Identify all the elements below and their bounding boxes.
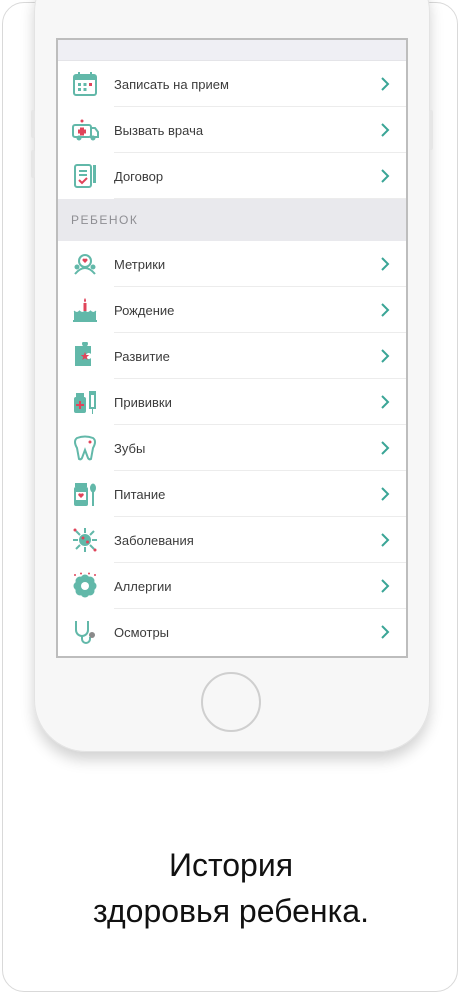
birthday-cake-icon xyxy=(71,296,99,324)
stethoscope-icon xyxy=(71,618,99,646)
virus-icon xyxy=(71,526,99,554)
menu-item-call-doctor[interactable]: Вызвать врача xyxy=(58,107,406,153)
chevron-right-icon xyxy=(376,441,394,455)
menu-item-nutrition[interactable]: Питание xyxy=(58,471,406,517)
menu-item-label: Осмотры xyxy=(114,624,170,640)
puzzle-icon xyxy=(71,342,99,370)
menu-item-vaccinations[interactable]: Прививки xyxy=(58,379,406,425)
chevron-right-icon xyxy=(376,303,394,317)
section-header-child: РЕБЕНОК xyxy=(58,199,406,241)
allergy-flower-icon xyxy=(71,572,99,600)
chevron-right-icon xyxy=(376,257,394,271)
menu-item-diseases[interactable]: Заболевания xyxy=(58,517,406,563)
menu-item-allergies[interactable]: Аллергии xyxy=(58,563,406,609)
menu-item-metrics[interactable]: Метрики xyxy=(58,241,406,287)
contract-icon xyxy=(71,162,99,190)
menu-item-label: Прививки xyxy=(114,394,172,410)
menu-item-birth[interactable]: Рождение xyxy=(58,287,406,333)
metrics-icon xyxy=(71,250,99,278)
vaccine-icon xyxy=(71,388,99,416)
menu-item-teeth[interactable]: Зубы xyxy=(58,425,406,471)
chevron-right-icon xyxy=(376,625,394,639)
menu-item-development[interactable]: Развитие xyxy=(58,333,406,379)
power-button xyxy=(429,110,433,150)
chevron-right-icon xyxy=(376,169,394,183)
menu-item-label: Заболевания xyxy=(114,532,194,548)
caption-line-1: История xyxy=(168,847,294,883)
tooth-icon xyxy=(71,434,99,462)
chevron-right-icon xyxy=(376,487,394,501)
menu-item-label: Договор xyxy=(114,168,164,184)
menu-item-appointment[interactable]: Записать на прием xyxy=(58,61,406,107)
volume-up-button xyxy=(31,110,35,138)
home-button[interactable] xyxy=(201,672,261,732)
volume-down-button xyxy=(31,150,35,178)
menu-item-checkups[interactable]: Осмотры xyxy=(58,609,406,655)
menu-item-label: Записать на прием xyxy=(114,76,229,92)
chevron-right-icon xyxy=(376,77,394,91)
chevron-right-icon xyxy=(376,579,394,593)
calendar-icon xyxy=(71,70,99,98)
baby-food-icon xyxy=(71,480,99,508)
chevron-right-icon xyxy=(376,533,394,547)
ambulance-icon xyxy=(71,116,99,144)
menu-item-label: Аллергии xyxy=(114,578,172,594)
menu-item-label: Метрики xyxy=(114,256,166,272)
chevron-right-icon xyxy=(376,395,394,409)
chevron-right-icon xyxy=(376,123,394,137)
phone-screen: Записать на прием Вызвать врача Договор … xyxy=(56,38,408,658)
menu-item-label: Вызвать врача xyxy=(114,122,204,138)
menu-item-label: Зубы xyxy=(114,440,146,456)
chevron-right-icon xyxy=(376,349,394,363)
menu-item-label: Питание xyxy=(114,486,166,502)
menu-item-contract[interactable]: Договор xyxy=(58,153,406,199)
menu-item-label: Развитие xyxy=(114,348,170,364)
menu-item-label: Рождение xyxy=(114,302,175,318)
caption-line-2: здоровья ребенка. xyxy=(93,893,369,929)
top-strip xyxy=(58,40,406,61)
